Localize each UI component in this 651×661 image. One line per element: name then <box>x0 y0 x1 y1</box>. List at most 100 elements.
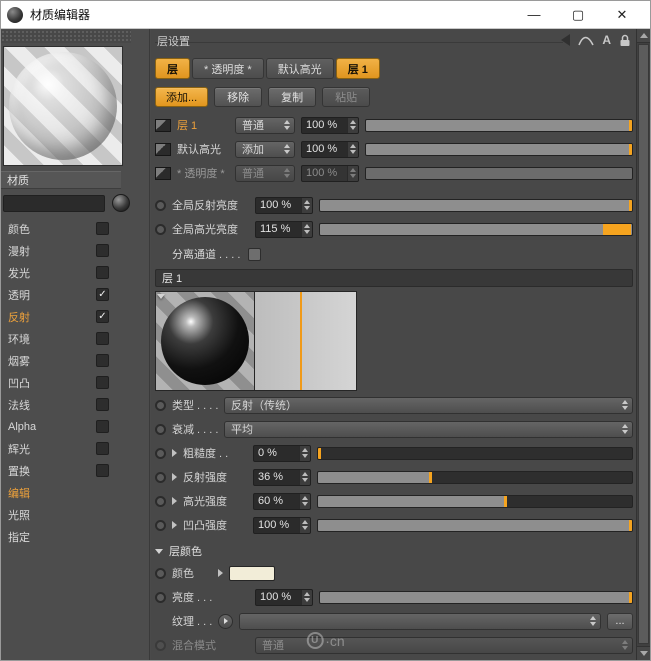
slider-handle[interactable] <box>629 199 632 211</box>
falloff-gradient-preview[interactable] <box>255 291 357 391</box>
roughness-spinner[interactable]: 0 % <box>253 444 311 462</box>
layer-name[interactable]: 默认高光 <box>177 141 229 157</box>
channel-row-illumination[interactable]: 光照 <box>1 504 149 526</box>
slider-handle[interactable] <box>629 119 632 131</box>
color-swatch[interactable] <box>229 565 275 581</box>
texture-expand-button[interactable] <box>218 613 233 629</box>
channel-checkbox[interactable]: ✓ <box>96 288 109 301</box>
spinner-arrows-icon[interactable] <box>299 469 310 485</box>
material-node-icon[interactable] <box>112 194 130 212</box>
reflection-strength-slider[interactable] <box>317 470 633 484</box>
scroll-thumb[interactable] <box>638 44 649 644</box>
slider-handle[interactable] <box>318 447 321 459</box>
expand-arrow-icon[interactable] <box>172 449 177 457</box>
keyframe-dot-icon[interactable] <box>155 399 166 411</box>
blend-mode-dropdown[interactable]: 添加 <box>235 140 295 158</box>
back-icon[interactable] <box>561 32 571 48</box>
channel-row-assign[interactable]: 指定 <box>1 526 149 548</box>
channel-row-transparency[interactable]: 透明 ✓ <box>1 284 149 306</box>
tab-layers[interactable]: 层 <box>155 58 190 79</box>
copy-button[interactable]: 复制 <box>268 87 317 107</box>
layer-row-transparency[interactable]: * 透明度 * 普通 100 % <box>155 163 633 183</box>
specular-strength-slider[interactable] <box>317 494 633 508</box>
tab-layer-1[interactable]: 层 1 <box>335 58 380 79</box>
minimize-button[interactable]: — <box>512 1 556 28</box>
keyframe-dot-icon[interactable] <box>155 519 166 531</box>
layer-row-default-specular[interactable]: 默认高光 添加 100 % <box>155 139 633 159</box>
channel-checkbox[interactable] <box>96 222 109 235</box>
keyframe-dot-icon[interactable] <box>155 423 166 435</box>
scroll-up-button[interactable] <box>637 29 650 43</box>
layer-color-section-header[interactable]: 层颜色 <box>155 543 633 559</box>
keyframe-dot-icon[interactable] <box>155 471 166 483</box>
slider-handle[interactable] <box>629 519 632 531</box>
paste-button[interactable]: 粘贴 <box>322 87 371 107</box>
layer-opacity-spinner[interactable]: 100 % <box>301 140 359 158</box>
expand-arrow-icon[interactable] <box>218 569 223 577</box>
type-dropdown[interactable]: 反射（传统） <box>224 396 633 414</box>
layer-opacity-slider[interactable] <box>365 142 633 156</box>
channel-row-fog[interactable]: 烟雾 <box>1 350 149 372</box>
layer-opacity-slider[interactable] <box>365 118 633 132</box>
gradient-marker[interactable] <box>300 292 303 390</box>
channel-row-luminance[interactable]: 发光 <box>1 262 149 284</box>
channel-row-bump[interactable]: 凹凸 <box>1 372 149 394</box>
expand-arrow-icon[interactable] <box>172 497 177 505</box>
layer-name[interactable]: * 透明度 * <box>177 165 229 181</box>
channel-checkbox[interactable] <box>96 442 109 455</box>
keyframe-dot-icon[interactable] <box>155 223 166 235</box>
spinner-arrows-icon[interactable] <box>301 197 312 213</box>
layer-row-1[interactable]: 层 1 普通 100 % <box>155 115 633 135</box>
spinner-arrows-icon[interactable] <box>299 517 310 533</box>
keyframe-dot-icon[interactable] <box>155 199 166 211</box>
layer-thumb-icon[interactable] <box>155 166 171 180</box>
slider-handle[interactable] <box>629 591 632 603</box>
tab-transparency[interactable]: * 透明度 * <box>192 58 264 79</box>
global-reflection-spinner[interactable]: 100 % <box>255 196 313 214</box>
remove-button[interactable]: 移除 <box>214 87 263 107</box>
keyframe-dot-icon[interactable] <box>155 447 166 459</box>
channel-row-environment[interactable]: 环境 <box>1 328 149 350</box>
channel-checkbox[interactable] <box>96 464 109 477</box>
channel-row-glow[interactable]: 辉光 <box>1 438 149 460</box>
slider-handle[interactable] <box>603 223 631 235</box>
lock-icon[interactable] <box>619 32 631 48</box>
channel-row-diffuse[interactable]: 漫射 <box>1 240 149 262</box>
global-specular-spinner[interactable]: 115 % <box>255 220 313 238</box>
layer-name[interactable]: 层 1 <box>177 117 229 133</box>
channel-checkbox[interactable] <box>96 266 109 279</box>
texture-dropdown[interactable] <box>239 612 601 630</box>
channel-row-reflectance[interactable]: 反射 ✓ <box>1 306 149 328</box>
expand-arrow-icon[interactable] <box>172 473 177 481</box>
texture-browse-button[interactable]: ... <box>607 612 633 630</box>
layer-opacity-spinner[interactable]: 100 % <box>301 116 359 134</box>
material-preview[interactable] <box>3 46 123 166</box>
curve-icon[interactable] <box>578 32 594 48</box>
keyframe-dot-icon[interactable] <box>155 567 166 579</box>
tab-default-specular[interactable]: 默认高光 <box>265 58 334 79</box>
channel-checkbox[interactable] <box>96 332 109 345</box>
roughness-slider[interactable] <box>317 446 633 460</box>
slider-handle[interactable] <box>504 495 508 507</box>
close-button[interactable]: ✕ <box>600 1 644 28</box>
layer-1-section-header[interactable]: 层 1 <box>155 269 633 287</box>
brightness-slider[interactable] <box>319 590 633 604</box>
reflection-strength-spinner[interactable]: 36 % <box>253 468 311 486</box>
channel-checkbox[interactable] <box>96 376 109 389</box>
channel-checkbox[interactable]: ✓ <box>96 310 109 323</box>
spinner-arrows-icon[interactable] <box>299 445 310 461</box>
keyframe-dot-icon[interactable] <box>155 591 166 603</box>
separate-channels-checkbox[interactable] <box>248 247 262 261</box>
panel-grip[interactable] <box>1 30 131 43</box>
maximize-button[interactable]: ▢ <box>556 1 600 28</box>
scrollbar[interactable] <box>636 29 650 660</box>
channel-row-editor[interactable]: 编辑 <box>1 482 149 504</box>
channel-checkbox[interactable] <box>96 420 109 433</box>
material-name-input[interactable] <box>3 194 105 212</box>
expand-arrow-icon[interactable] <box>172 521 177 529</box>
layer-thumb-icon[interactable] <box>155 142 171 156</box>
global-specular-slider[interactable] <box>319 222 633 236</box>
keyframe-dot-icon[interactable] <box>155 495 166 507</box>
channel-row-alpha[interactable]: Alpha <box>1 416 149 438</box>
channel-row-color[interactable]: 颜色 <box>1 218 149 240</box>
